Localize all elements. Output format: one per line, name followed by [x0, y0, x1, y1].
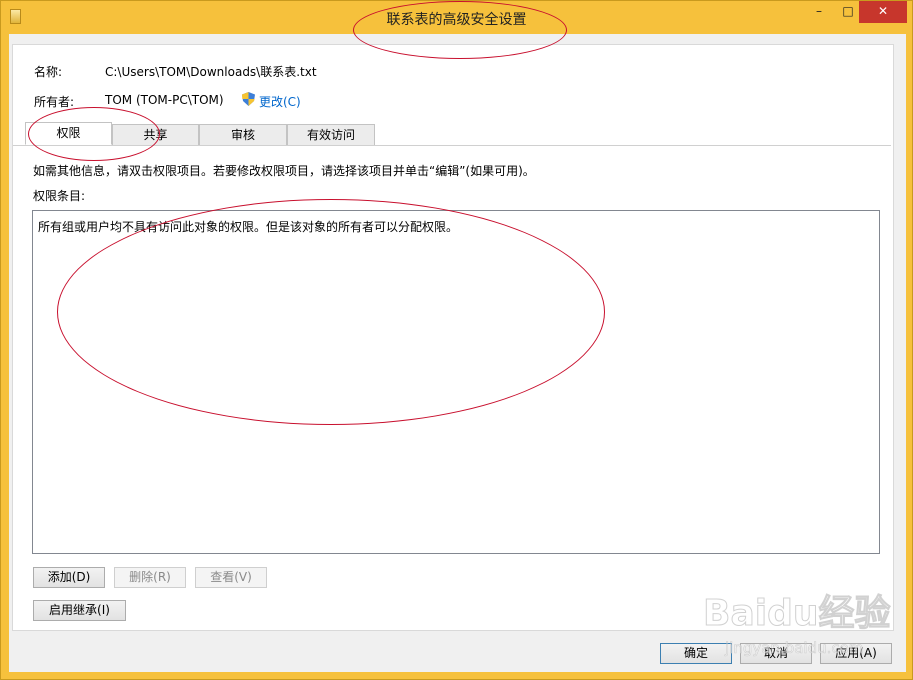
enable-inheritance-button[interactable]: 启用继承(I) [33, 600, 126, 621]
cancel-button[interactable]: 取消 [740, 643, 812, 664]
tab-sharing[interactable]: 共享 [112, 124, 199, 145]
tab-auditing[interactable]: 审核 [199, 124, 287, 145]
title-bar[interactable]: 联系表的高级安全设置 – □ ✕ [1, 1, 912, 35]
tab-effective-access[interactable]: 有效访问 [287, 124, 375, 145]
tab-permissions[interactable]: 权限 [25, 122, 112, 145]
name-label: 名称: [34, 65, 63, 79]
empty-list-message: 所有组或用户均不具有访问此对象的权限。但是该对象的所有者可以分配权限。 [38, 220, 459, 234]
remove-button[interactable]: 删除(R) [114, 567, 186, 588]
tab-strip-divider [13, 145, 891, 146]
dialog-window: 联系表的高级安全设置 – □ ✕ 名称: C:\Users\TOM\Downlo… [0, 0, 913, 680]
permission-entries-list[interactable]: 所有组或用户均不具有访问此对象的权限。但是该对象的所有者可以分配权限。 [32, 210, 880, 554]
maximize-button[interactable]: □ [837, 1, 859, 23]
owner-label: 所有者: [34, 95, 75, 109]
permission-entries-label: 权限条目: [33, 189, 86, 203]
name-value: C:\Users\TOM\Downloads\联系表.txt [105, 65, 317, 79]
ok-button[interactable]: 确定 [660, 643, 732, 664]
apply-button[interactable]: 应用(A) [820, 643, 892, 664]
add-button[interactable]: 添加(D) [33, 567, 105, 588]
uac-shield-icon [242, 92, 255, 106]
owner-value: TOM (TOM-PC\TOM) [105, 93, 224, 107]
window-title: 联系表的高级安全设置 [386, 12, 527, 28]
view-button[interactable]: 查看(V) [195, 567, 267, 588]
change-owner-link[interactable]: 更改(C) [259, 93, 301, 110]
instruction-text: 如需其他信息，请双击权限项目。若要修改权限项目，请选择该项目并单击“编辑”(如果… [33, 164, 535, 178]
minimize-button[interactable]: – [801, 1, 837, 23]
close-button[interactable]: ✕ [859, 1, 907, 23]
